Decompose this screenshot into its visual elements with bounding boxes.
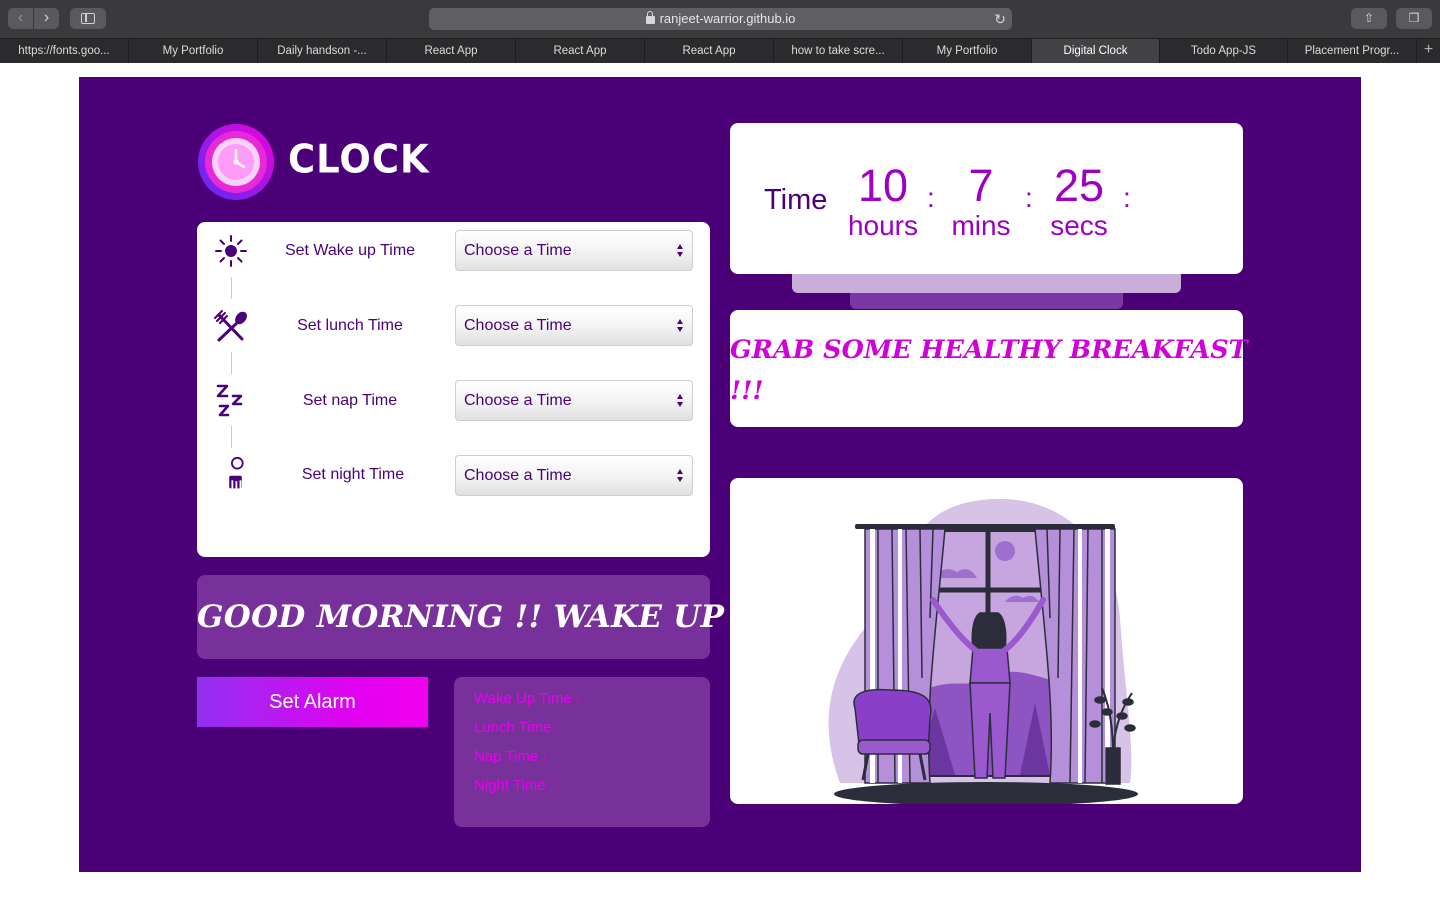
chevron-left-icon: ‹ — [17, 9, 24, 26]
reload-icon[interactable]: ↻ — [994, 8, 1006, 30]
share-icon: ⇧ — [1363, 11, 1375, 25]
tab-my-portfolio-2[interactable]: My Portfolio — [903, 39, 1032, 63]
sun-icon — [215, 235, 247, 267]
wake-up-time-summary: Wake Up Time : — [474, 690, 581, 707]
morning-window-illustration — [828, 498, 1138, 804]
tab-react-app-1[interactable]: React App — [387, 39, 516, 63]
tab-how-to-take-screenshot[interactable]: how to take scre... — [774, 39, 903, 63]
chevron-right-icon: › — [43, 9, 50, 26]
lock-icon — [645, 11, 655, 24]
address-bar[interactable]: ranjeet-warrior.github.io ↻ — [429, 8, 1012, 30]
select-arrows-icon — [677, 319, 684, 333]
select-arrows-icon — [677, 469, 684, 483]
sidebar-toggle-button[interactable] — [70, 8, 106, 29]
tab-digital-clock[interactable]: Digital Clock — [1032, 39, 1160, 63]
nap-time-label: Set nap Time — [302, 392, 398, 409]
select-arrows-icon — [677, 394, 684, 408]
browser-titlebar: ‹ › ranjeet-warrior.github.io ↻ ⇧ ❐ — [0, 0, 1440, 38]
lunch-time-select[interactable]: Choose a Time — [455, 305, 693, 346]
clock-secs-unit: secs — [1050, 210, 1108, 241]
app-title: CLOCK — [288, 136, 430, 183]
tab-placement-program[interactable]: Placement Progr... — [1288, 39, 1417, 63]
night-time-label: Set night Time — [301, 466, 405, 483]
back-button[interactable]: ‹ — [8, 8, 33, 29]
nap-time-select-value: Choose a Time — [464, 392, 572, 409]
forward-button[interactable]: › — [34, 8, 59, 29]
night-time-select-value: Choose a Time — [464, 467, 572, 484]
sidebar-icon — [81, 13, 95, 24]
timeline-connector — [231, 277, 232, 299]
night-time-select[interactable]: Choose a Time — [455, 455, 693, 496]
wake-time-label: Set Wake up Time — [284, 242, 416, 259]
wake-time-select[interactable]: Choose a Time — [455, 230, 693, 271]
lunch-time-label: Set lunch Time — [297, 317, 403, 334]
new-tab-button[interactable]: + — [1417, 39, 1440, 63]
timeline-connector — [231, 426, 232, 448]
wake-time-select-value: Choose a Time — [464, 242, 572, 259]
select-arrows-icon — [677, 244, 684, 258]
moon-night-icon — [220, 456, 244, 489]
tab-daily-handson[interactable]: Daily handson -... — [258, 39, 387, 63]
tab-todo-app[interactable]: Todo App-JS — [1160, 39, 1288, 63]
alarm-summary-panel: Wake Up Time : Lunch Time : Nap Time : N… — [454, 677, 710, 827]
night-time-summary: Night Time : — [474, 777, 555, 794]
tab-overview-button[interactable]: ❐ — [1396, 8, 1432, 29]
lunch-time-summary: Lunch Time : — [474, 719, 560, 736]
message-line-1: GRAB SOME HEALTHY BREAKFAST — [730, 335, 1248, 365]
tab-react-app-2[interactable]: React App — [516, 39, 645, 63]
nap-time-select[interactable]: Choose a Time — [455, 380, 693, 421]
set-alarm-button[interactable]: Set Alarm — [197, 677, 428, 727]
meal-message-card: GRAB SOME HEALTHY BREAKFAST !!! — [730, 310, 1248, 427]
tabs-icon: ❐ — [1408, 11, 1420, 25]
share-button[interactable]: ⇧ — [1351, 8, 1387, 29]
tab-fonts[interactable]: https://fonts.goo... — [0, 39, 129, 63]
lunch-time-select-value: Choose a Time — [464, 317, 572, 334]
tab-react-app-3[interactable]: React App — [645, 39, 774, 63]
clock-secs-value: 25 — [1053, 160, 1105, 211]
timeline-connector — [231, 352, 232, 374]
clock-time-label: Time — [764, 184, 828, 216]
clock-logo-icon — [198, 124, 274, 200]
message-line-2: !!! — [730, 376, 764, 406]
tab-my-portfolio[interactable]: My Portfolio — [129, 39, 258, 63]
url-text: ranjeet-warrior.github.io — [659, 11, 796, 26]
illustration-card — [730, 478, 1243, 804]
greeting-banner: GOOD MORNING !! WAKE UP !! — [197, 575, 763, 659]
fork-spoon-icon — [214, 310, 247, 342]
clock-separator: : — [1123, 182, 1131, 213]
sleep-zzz-icon — [216, 384, 243, 417]
nap-time-summary: Nap Time : — [474, 748, 547, 765]
tab-bar: https://fonts.goo... My Portfolio Daily … — [0, 38, 1440, 63]
